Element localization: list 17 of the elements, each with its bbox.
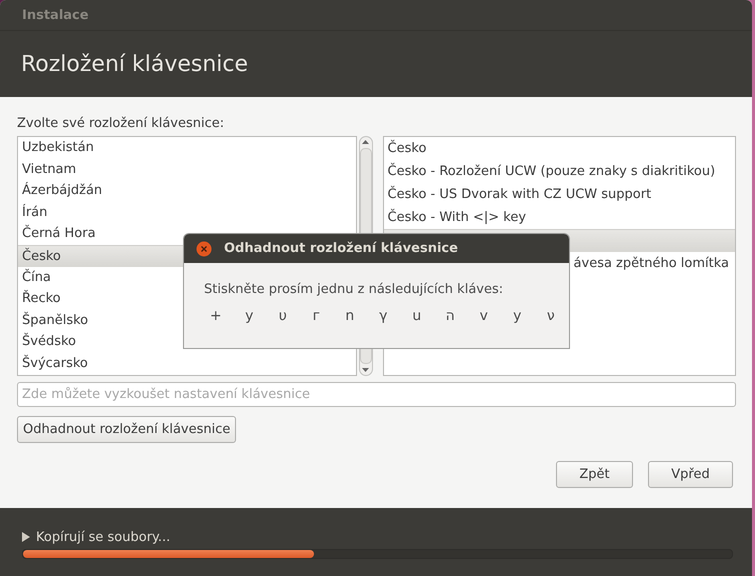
page-title: Rozložení klávesnice [21,52,248,76]
key-character: ν [546,308,556,324]
key-character: n [344,308,356,324]
key-character: γ [378,308,388,324]
key-character: u [411,308,422,324]
key-character: + [208,308,223,324]
prompt-label: Zvolte své rozložení klávesnice: [17,115,226,133]
window-title: Instalace [22,8,89,22]
key-character: у [512,308,522,324]
status-label: Kopírují se soubory... [36,530,170,544]
key-character: ה [444,308,456,324]
key-character: v [478,308,489,324]
key-character: υ [278,308,288,324]
key-character: y [244,308,254,324]
dialog-title: Odhadnout rozložení klávesnice [224,241,458,256]
key-character: г [312,308,321,324]
dialog-message: Stiskněte prosím jednu z následujících kláves: [204,282,504,297]
